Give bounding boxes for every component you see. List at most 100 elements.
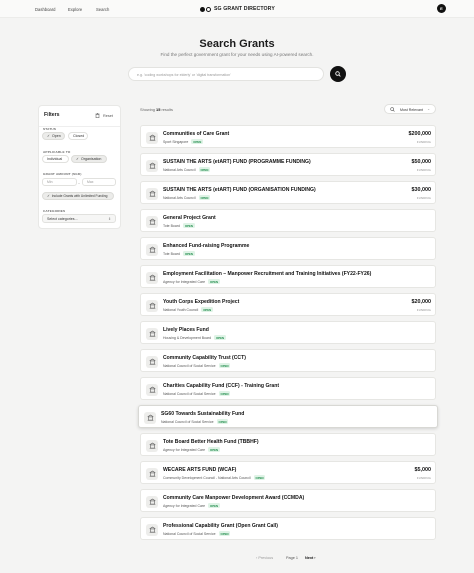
grant-title[interactable]: Enhanced Fund-raising Programme bbox=[163, 243, 249, 249]
grant-agency: National Arts Council bbox=[163, 195, 196, 200]
search-input[interactable]: e.g. 'coding workshops for elderly' or '… bbox=[128, 67, 324, 81]
max-amount-input[interactable]: Max bbox=[82, 178, 116, 186]
grant-card[interactable]: Tote Board Better Health Fund (TBBHF) Age… bbox=[140, 433, 436, 456]
grant-meta: National Arts Council OPEN bbox=[163, 195, 211, 200]
grant-title[interactable]: Communities of Care Grant bbox=[163, 131, 229, 137]
open-badge: OPEN bbox=[208, 503, 220, 508]
avatar[interactable]: E bbox=[437, 4, 446, 13]
building-icon bbox=[146, 271, 158, 284]
grant-title[interactable]: SUSTAIN THE ARTS (etART) FUND (ORGANISAT… bbox=[163, 187, 316, 193]
reset-button[interactable]: Reset bbox=[95, 113, 113, 118]
funding-label: FUNDING bbox=[416, 139, 431, 144]
categories-label: CATEGORIES bbox=[43, 209, 66, 213]
building-icon bbox=[146, 355, 158, 368]
grant-title[interactable]: General Project Grant bbox=[163, 215, 216, 221]
grant-meta: National Council of Social Service OPEN bbox=[163, 391, 231, 396]
grant-card[interactable]: Professional Capability Grant (Open Gran… bbox=[140, 517, 436, 540]
chevron-down-icon: ⌄ bbox=[427, 107, 430, 111]
include-unlimited-chip[interactable]: ✓ Include Grants with Unlimited Funding bbox=[42, 192, 114, 200]
funding-label: FUNDING bbox=[416, 307, 431, 312]
grant-title[interactable]: SUSTAIN THE ARTS (etART) FUND (PROGRAMME… bbox=[163, 159, 311, 165]
open-badge: OPEN bbox=[198, 167, 211, 172]
status-closed-chip[interactable]: Closed bbox=[68, 132, 88, 140]
grant-agency: Sport Singapore bbox=[163, 139, 189, 144]
grant-title[interactable]: SG60 Towards Sustainability Fund bbox=[161, 411, 244, 417]
brand-logo[interactable]: SG GRANT DIRECTORY bbox=[200, 6, 275, 12]
grant-agency: National Youth Council bbox=[163, 307, 199, 312]
grant-amount: $20,000 bbox=[411, 299, 432, 305]
grant-card[interactable]: General Project Grant Tote Board OPEN bbox=[140, 209, 436, 232]
min-amount-input[interactable]: Min bbox=[42, 178, 77, 186]
grant-title[interactable]: Professional Capability Grant (Open Gran… bbox=[163, 523, 278, 529]
building-icon bbox=[144, 411, 156, 424]
grant-card[interactable]: WECARE ARTS FUND (WCAF) Community Develop… bbox=[140, 461, 436, 484]
nav-explore-link[interactable]: Explore bbox=[68, 7, 82, 12]
grant-title[interactable]: Employment Facilitation – Manpower Recru… bbox=[163, 271, 371, 277]
funding-label: FUNDING bbox=[416, 195, 431, 200]
grant-meta: National Council of Social Service OPEN bbox=[163, 531, 231, 536]
building-icon bbox=[146, 327, 158, 340]
grant-amount: $50,000 bbox=[411, 159, 432, 165]
results-number: 15 bbox=[156, 107, 161, 112]
building-icon bbox=[146, 159, 158, 172]
grant-agency: National Council of Social Service bbox=[163, 531, 216, 536]
applicable-organisation-chip[interactable]: ✓ Organisation bbox=[71, 155, 107, 163]
open-badge: OPEN bbox=[201, 307, 214, 312]
sort-select[interactable]: Most Relevant ⌄ bbox=[384, 104, 436, 114]
grant-meta: National Council of Social Service OPEN bbox=[161, 419, 229, 424]
search-icon bbox=[335, 71, 341, 77]
grant-meta: Community Development Council - National… bbox=[163, 475, 266, 480]
grant-card[interactable]: Charities Capability Fund (CCF) - Traini… bbox=[140, 377, 436, 400]
grant-title[interactable]: Tote Board Better Health Fund (TBBHF) bbox=[163, 439, 259, 445]
applicable-individual-chip[interactable]: Individual bbox=[42, 155, 69, 163]
grant-card[interactable]: Communities of Care Grant Sport Singapore… bbox=[140, 125, 436, 148]
building-icon bbox=[146, 383, 158, 396]
previous-label: Previous bbox=[258, 556, 274, 560]
previous-button[interactable]: ‹ Previous bbox=[256, 556, 273, 560]
funding-label: FUNDING bbox=[416, 475, 431, 480]
grant-card[interactable]: Enhanced Fund-raising Programme Tote Boar… bbox=[140, 237, 436, 260]
building-icon bbox=[146, 495, 158, 508]
grant-agency: Tote Board bbox=[163, 251, 180, 256]
grant-card[interactable]: Youth Corps Expedition Project National Y… bbox=[140, 293, 436, 316]
grant-agency: Agency for Integrated Care bbox=[163, 503, 206, 508]
grant-card[interactable]: SUSTAIN THE ARTS (etART) FUND (PROGRAMME… bbox=[140, 153, 436, 176]
nav-dashboard-link[interactable]: Dashboard bbox=[35, 7, 56, 12]
nav-search-link[interactable]: Search bbox=[96, 7, 109, 12]
grant-title[interactable]: Community Capability Trust (CCT) bbox=[163, 355, 246, 361]
top-nav: Dashboard Explore Search SG GRANT DIRECT… bbox=[0, 0, 474, 18]
next-button[interactable]: Next › bbox=[305, 556, 316, 560]
grant-card[interactable]: Community Care Manpower Development Awar… bbox=[140, 489, 436, 512]
max-placeholder: Max bbox=[87, 180, 94, 184]
range-dash: – bbox=[78, 181, 80, 185]
grant-title[interactable]: Community Care Manpower Development Awar… bbox=[163, 495, 304, 501]
categories-select[interactable]: Select categories... ⇕ bbox=[42, 214, 116, 223]
grant-card[interactable]: Community Capability Trust (CCT) National… bbox=[140, 349, 436, 372]
logo-icon bbox=[200, 6, 211, 12]
grant-title[interactable]: Youth Corps Expedition Project bbox=[163, 299, 239, 305]
grant-card[interactable]: SUSTAIN THE ARTS (etART) FUND (ORGANISAT… bbox=[140, 181, 436, 204]
grant-meta: National Youth Council OPEN bbox=[163, 307, 214, 312]
grant-title[interactable]: Lively Places Fund bbox=[163, 327, 209, 333]
grant-agency: Housing & Development Board bbox=[163, 335, 212, 340]
open-badge: OPEN bbox=[218, 391, 231, 396]
grant-agency: National Council of Social Service bbox=[163, 363, 216, 368]
chevron-updown-icon: ⇕ bbox=[108, 217, 111, 221]
grant-agency: National Council of Social Service bbox=[161, 419, 214, 424]
open-badge: OPEN bbox=[182, 251, 195, 256]
status-open-chip[interactable]: ✓ Open bbox=[42, 132, 65, 140]
open-badge: OPEN bbox=[218, 531, 231, 536]
grant-amount: $30,000 bbox=[411, 187, 432, 193]
grant-meta: Tote Board OPEN bbox=[163, 223, 195, 228]
grant-card[interactable]: SG60 Towards Sustainability Fund National… bbox=[138, 405, 438, 428]
search-button[interactable] bbox=[330, 66, 346, 82]
grant-title[interactable]: Charities Capability Fund (CCF) - Traini… bbox=[163, 383, 279, 389]
grant-card[interactable]: Lively Places Fund Housing & Development … bbox=[140, 321, 436, 344]
grant-agency: Tote Board bbox=[163, 223, 180, 228]
grant-card[interactable]: Employment Facilitation – Manpower Recru… bbox=[140, 265, 436, 288]
showing-prefix: Showing bbox=[140, 107, 155, 112]
grant-meta: Agency for Integrated Care OPEN bbox=[163, 279, 220, 284]
grant-title[interactable]: WECARE ARTS FUND (WCAF) bbox=[163, 467, 236, 473]
grant-amount: $5,000 bbox=[414, 467, 432, 473]
status-closed-label: Closed bbox=[73, 134, 85, 138]
